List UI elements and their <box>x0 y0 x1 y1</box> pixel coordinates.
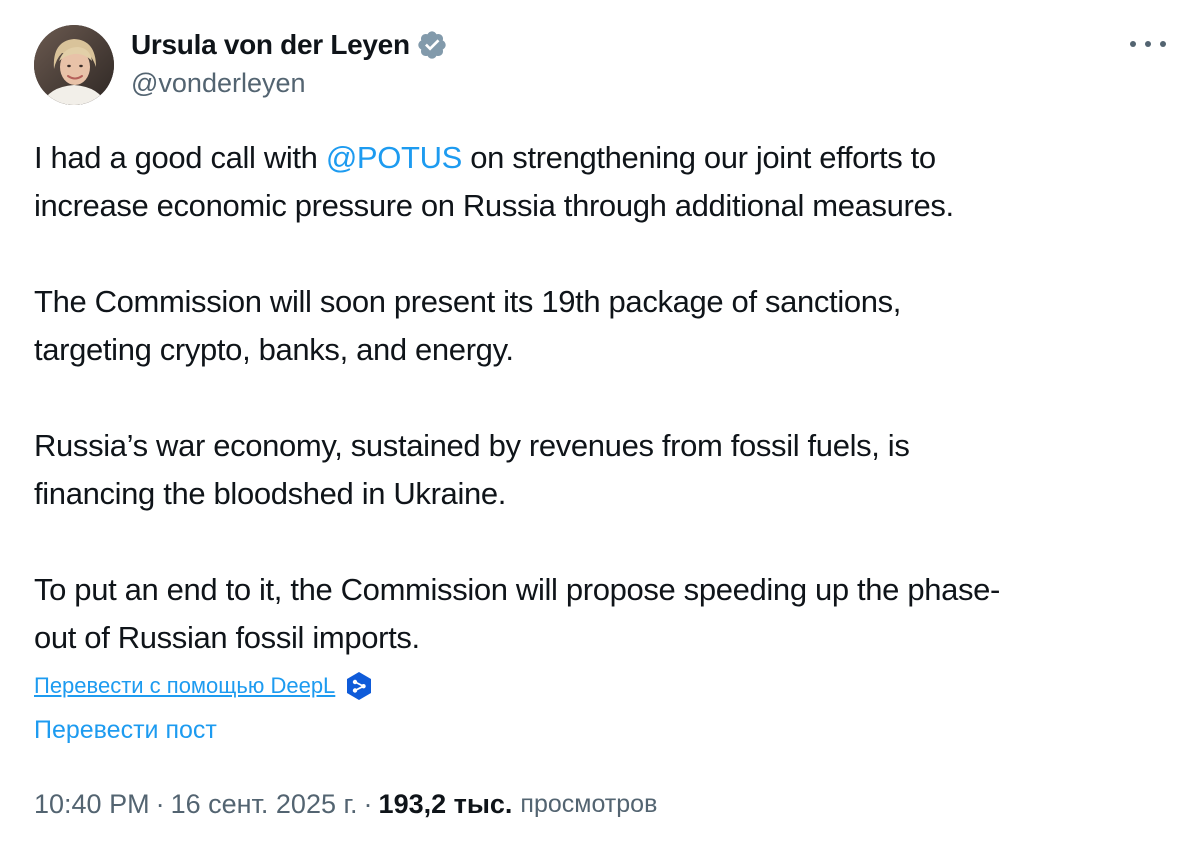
more-dot <box>1160 41 1166 47</box>
meta-separator: · <box>155 788 165 819</box>
avatar-image <box>34 25 114 105</box>
more-dot <box>1130 41 1136 47</box>
author-display-name[interactable]: Ursula von der Leyen <box>131 29 410 61</box>
views-label: просмотров <box>520 789 658 818</box>
tweet-text-segment: on strengthening our joint efforts to <box>461 140 936 175</box>
tweet-text-segment: To put an end to it, the Commission will… <box>34 572 1001 607</box>
verified-badge-icon[interactable] <box>416 29 448 61</box>
tweet-text-segment: Russia’s war economy, sustained by reven… <box>34 428 910 463</box>
tweet-paragraph: Russia’s war economy, sustained by reven… <box>34 422 1174 518</box>
tweet-paragraph: The Commission will soon present its 19t… <box>34 278 1174 374</box>
author-name-row: Ursula von der Leyen <box>131 25 448 65</box>
tweet-text-segment: targeting crypto, banks, and energy. <box>34 332 514 367</box>
tweet-paragraph: To put an end to it, the Commission will… <box>34 566 1174 662</box>
author-handle[interactable]: @vonderleyen <box>131 68 306 99</box>
avatar[interactable] <box>34 25 114 105</box>
tweet-text-segment: The Commission will soon present its 19t… <box>34 284 902 319</box>
tweet-meta: 10:40 PM · 16 сент. 2025 г. · 193,2 тыс.… <box>34 784 657 824</box>
views-count: 193,2 тыс. <box>378 788 513 819</box>
tweet-paragraph: I had a good call with @POTUS on strengt… <box>34 134 1174 230</box>
tweet-card: Ursula von der Leyen @vonderleyen I had … <box>0 0 1204 850</box>
more-dot <box>1145 41 1151 47</box>
deepl-translate-link[interactable]: Перевести с помощью DeepL <box>34 673 335 699</box>
tweet-text: I had a good call with @POTUS on strengt… <box>34 134 1174 662</box>
translate-post-link[interactable]: Перевести пост <box>34 716 217 745</box>
meta-separator: · <box>363 788 373 819</box>
deepl-translate-row: Перевести с помощью DeepL <box>34 668 373 704</box>
tweet-time[interactable]: 10:40 PM <box>34 789 150 820</box>
deepl-icon[interactable] <box>345 671 373 701</box>
mention-link[interactable]: @POTUS <box>326 140 463 175</box>
tweet-text-segment: out of Russian fossil imports. <box>34 620 420 655</box>
tweet-text-segment: increase economic pressure on Russia thr… <box>34 188 954 223</box>
tweet-date[interactable]: 16 сент. 2025 г. <box>171 789 358 820</box>
more-options-icon[interactable] <box>1130 32 1166 56</box>
tweet-text-segment: I had a good call with <box>34 140 326 175</box>
tweet-text-segment: financing the bloodshed in Ukraine. <box>34 476 507 511</box>
